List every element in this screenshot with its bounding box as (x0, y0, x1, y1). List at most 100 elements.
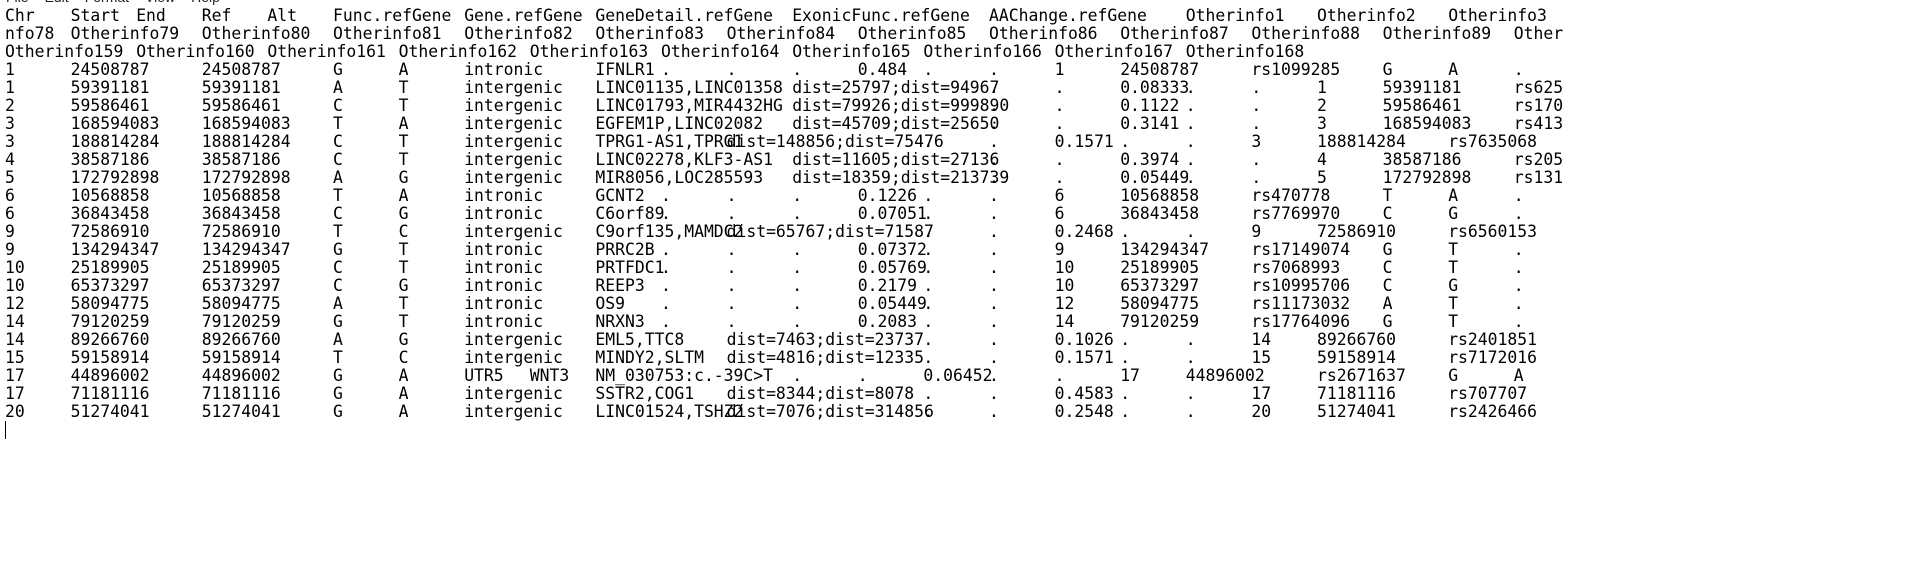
cell: . (923, 312, 934, 331)
cell: T (1448, 294, 1459, 313)
cell: . (661, 240, 671, 259)
cell: 79120259 (70, 312, 150, 331)
cell: 0.05769 (857, 258, 927, 277)
cell: 59158914 (70, 348, 150, 367)
cell: 36843458 (70, 204, 150, 223)
cell: 20 (1251, 402, 1272, 421)
menu-file[interactable]: File (6, 0, 29, 5)
cell: 25189905 (70, 258, 150, 277)
cell: rs6560153 (1448, 222, 1537, 241)
cell: dist=11605;dist=27136 (792, 150, 1000, 169)
cell: A (398, 114, 409, 133)
menu-edit[interactable]: Edit (45, 0, 69, 5)
data-row: 20 51274041 51274041 G Aintergenic LINC01524,… (0, 403, 1907, 421)
cell: 20 (5, 402, 25, 421)
cell: . (1185, 114, 1196, 133)
cell: Other (1513, 24, 1564, 43)
cell: . (1251, 96, 1262, 115)
cell: 12 (1054, 294, 1075, 313)
cell: . (1251, 150, 1262, 169)
cell: rs17149074 (1251, 240, 1351, 259)
cell: dist=7463;dist=23737 (726, 330, 924, 349)
cell: Otherinfo167 (1054, 42, 1174, 61)
cell: NRXN3 (595, 312, 645, 331)
cell: rs2401851 (1448, 330, 1537, 349)
cell: . (1185, 96, 1196, 115)
cell: Otherinfo3 (1448, 7, 1547, 25)
cell: 72586910 (1317, 222, 1396, 241)
text-caret (5, 421, 6, 439)
data-row: 3 168594083 168594083 T Aintergenic EGFEM1P,L… (0, 115, 1907, 133)
cell: TPRG1-AS1,TPRG1 (595, 132, 744, 151)
cell: . (989, 258, 999, 277)
menu-format[interactable]: Format (85, 0, 129, 5)
cell: 59391181 (201, 78, 281, 97)
cell: 0.05449 (857, 294, 927, 313)
cell: 89266760 (70, 330, 150, 349)
menu-view[interactable]: View (145, 0, 175, 5)
cell: . (923, 240, 934, 259)
cell: 9 (5, 222, 15, 241)
cell: T (398, 150, 409, 169)
cell: 65373297 (70, 276, 150, 295)
cell: C (333, 132, 343, 151)
cell: LINC01793,MIR4432HG (595, 96, 783, 115)
cell: G (1382, 240, 1393, 259)
cell: A (333, 168, 343, 187)
cell: G (333, 384, 343, 403)
cell: 168594083 (70, 114, 160, 133)
cell: T (333, 114, 343, 133)
cell: T (398, 132, 409, 151)
cell: intergenic (464, 348, 563, 367)
cell: 0.3974 (1120, 150, 1180, 169)
cell: 38587186 (1382, 150, 1462, 169)
cell: 36843458 (1120, 204, 1200, 223)
cell: A (398, 384, 409, 403)
cell: 5 (5, 168, 15, 187)
cell: intergenic (464, 222, 563, 241)
cell: . (1185, 402, 1196, 421)
cell: . (1120, 384, 1131, 403)
cell: Chr (5, 7, 35, 25)
cell: Ref (201, 7, 232, 25)
data-row: 5 172792898 172792898 A Gintergenic MIR8056,L… (0, 169, 1907, 187)
cell: . (1185, 384, 1196, 403)
cell: . (726, 276, 737, 295)
cell: 0.2548 (1054, 402, 1114, 421)
cell: T (333, 348, 343, 367)
menu-bar: File Edit Format View Help (0, 0, 230, 5)
cell: . (989, 366, 999, 385)
cell: . (661, 186, 671, 205)
menu-help[interactable]: Help (191, 0, 220, 5)
cell: intergenic (464, 78, 563, 97)
cell: . (923, 132, 934, 151)
cell: 79120259 (1120, 312, 1200, 331)
cell: 1 (1054, 60, 1065, 79)
cell: 24508787 (201, 60, 281, 79)
cell: . (989, 114, 999, 133)
cell: A (333, 294, 343, 313)
cell: 3 (5, 114, 15, 133)
cell: . (1120, 330, 1131, 349)
cell: dist=7076;dist=314856 (726, 402, 934, 421)
cell: 5 (1317, 168, 1327, 187)
text-editor-area[interactable]: Chr Start End Ref Alt Func.refGene Gene.refGen… (0, 7, 1907, 581)
cell: IFNLR1 (595, 60, 655, 79)
cell: GeneDetail.refGene (595, 7, 774, 25)
cell: G (333, 60, 343, 79)
cell: 0.1226 (857, 186, 918, 205)
cell: NM_030753:c.-39C>T (595, 366, 774, 385)
cell: LINC02278,KLF3-AS1 (595, 150, 774, 169)
cell: . (726, 204, 737, 223)
cell: Otherinfo2 (1317, 7, 1416, 25)
data-row: 9 134294347 134294347 G Tintronic PRRC2B... 0.… (0, 241, 1907, 259)
cell: AAChange.refGene (989, 7, 1147, 25)
cell: T (333, 186, 343, 205)
cell: 0.1571 (1054, 348, 1114, 367)
cell: dist=8344;dist=8078 (726, 384, 915, 403)
cell: rs170 (1513, 96, 1564, 115)
cell: . (989, 312, 999, 331)
cell: . (792, 312, 803, 331)
cell: 10568858 (201, 186, 281, 205)
cell: Otherinfo161 (267, 42, 386, 61)
